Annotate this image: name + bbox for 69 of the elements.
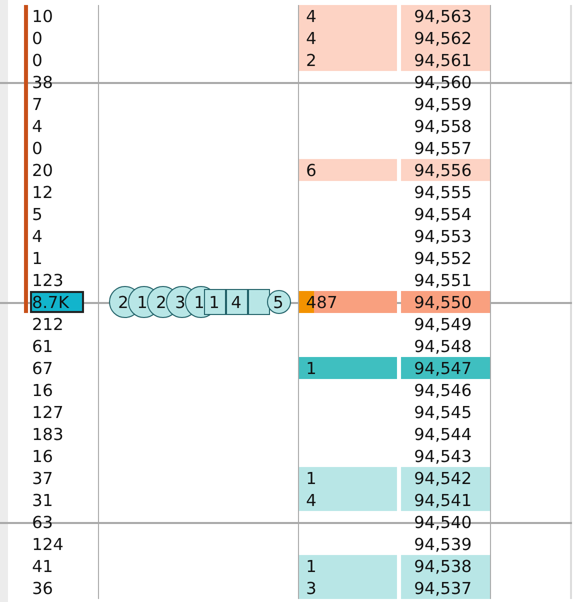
volume-cell-text: 31 — [31, 490, 54, 511]
order-size-cell[interactable]: 2 — [299, 49, 397, 71]
volume-cell-text: 123 — [31, 270, 64, 291]
order-size-cell[interactable]: 4 — [299, 489, 397, 511]
price-cell[interactable]: 94,545 — [401, 401, 490, 423]
volume-cell-text: 0 — [31, 50, 44, 71]
order-size-cell[interactable]: 487 — [299, 291, 397, 313]
price-cell[interactable]: 94,562 — [401, 27, 490, 49]
volume-cell-text: 5 — [31, 204, 44, 225]
volume-cell-text: 16 — [31, 446, 54, 467]
price-cell[interactable]: 94,560 — [401, 71, 490, 93]
volume-cell-text: 127 — [31, 402, 64, 423]
price-cell[interactable]: 94,554 — [401, 203, 490, 225]
order-size-cell[interactable]: 4 — [299, 27, 397, 49]
price-cell[interactable]: 94,546 — [401, 379, 490, 401]
volume-cell-text: 61 — [31, 336, 54, 357]
price-cell[interactable]: 94,549 — [401, 313, 490, 335]
order-size-cell[interactable]: 4 — [299, 5, 397, 27]
order-size-cell[interactable]: 6 — [299, 159, 397, 181]
price-cell[interactable]: 94,547 — [401, 357, 490, 379]
volume-cell-text: 41 — [31, 556, 54, 577]
price-cell[interactable]: 94,543 — [401, 445, 490, 467]
order-size-cell[interactable]: 3 — [299, 577, 397, 599]
volume-cell-text: 7 — [31, 94, 44, 115]
price-cell[interactable]: 94,550 — [401, 291, 490, 313]
price-cell[interactable]: 94,557 — [401, 137, 490, 159]
price-cell[interactable]: 94,538 — [401, 555, 490, 577]
volume-cell-text: 0 — [31, 28, 44, 49]
volume-cell-text: 183 — [31, 424, 64, 445]
volume-cell-text: 124 — [31, 534, 64, 555]
volume-cell-text: 16 — [31, 380, 54, 401]
volume-cell: 8.7K — [30, 291, 84, 313]
order-size-cell[interactable]: 1 — [299, 555, 397, 577]
price-cell[interactable]: 94,542 — [401, 467, 490, 489]
price-cell[interactable]: 94,558 — [401, 115, 490, 137]
volume-cell-text: 1 — [31, 248, 44, 269]
volume-cell-text: 38 — [31, 72, 54, 93]
trade-bubble: 5 — [267, 290, 291, 314]
volume-cell-text: 4 — [31, 116, 44, 137]
volume-cell-text: 4 — [31, 226, 44, 247]
price-cell[interactable]: 94,553 — [401, 225, 490, 247]
price-cell[interactable]: 94,541 — [401, 489, 490, 511]
volume-cell-text: 0 — [31, 138, 44, 159]
price-cell[interactable]: 94,548 — [401, 335, 490, 357]
volume-cell-text: 12 — [31, 182, 54, 203]
price-cell[interactable]: 94,544 — [401, 423, 490, 445]
price-cell[interactable]: 94,552 — [401, 247, 490, 269]
price-cell[interactable]: 94,537 — [401, 577, 490, 599]
volume-cell-text: 212 — [31, 314, 64, 335]
trade-square — [248, 289, 270, 315]
price-cell[interactable]: 94,561 — [401, 49, 490, 71]
order-size-cell[interactable]: 1 — [299, 467, 397, 489]
trade-square: 1 — [204, 289, 226, 315]
price-cell[interactable]: 94,540 — [401, 511, 490, 533]
volume-cell-text: 67 — [31, 358, 54, 379]
price-cell[interactable]: 94,556 — [401, 159, 490, 181]
volume-cell-text: 63 — [31, 512, 54, 533]
price-cell[interactable]: 94,559 — [401, 93, 490, 115]
scrollbar-track[interactable] — [0, 0, 8, 602]
volume-cell-text: 37 — [31, 468, 54, 489]
volume-cell-text: 10 — [31, 6, 54, 27]
order-size-cell[interactable]: 1 — [299, 357, 397, 379]
price-cell[interactable]: 94,563 — [401, 5, 490, 27]
volume-cell-text: 36 — [31, 578, 54, 599]
volume-cell-text: 20 — [31, 160, 54, 181]
price-cell[interactable]: 94,551 — [401, 269, 490, 291]
trade-square: 4 — [226, 289, 248, 315]
price-cell[interactable]: 94,539 — [401, 533, 490, 555]
price-cell[interactable]: 94,555 — [401, 181, 490, 203]
